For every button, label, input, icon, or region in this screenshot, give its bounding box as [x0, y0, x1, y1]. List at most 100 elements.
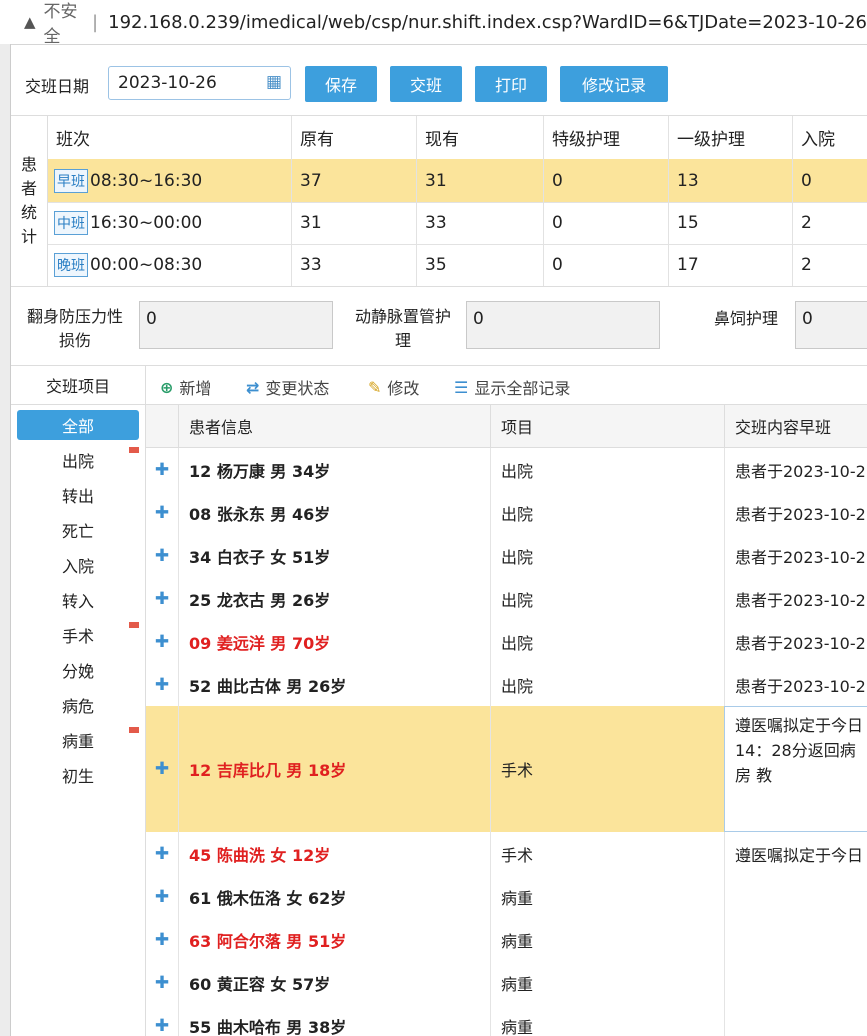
item-cell: 手术: [490, 706, 724, 832]
address-bar[interactable]: ▲ 不安全 | 192.168.0.239/imedical/web/csp/n…: [0, 0, 867, 47]
content-cell[interactable]: 遵医嘱拟定于今日 14：28分返回病房 教: [724, 706, 867, 832]
add-icon: ⊕: [160, 377, 174, 397]
stat-first: 13: [668, 159, 792, 202]
history-button[interactable]: 修改记录: [560, 66, 668, 102]
patient-cell: 09 姜远洋 男 70岁: [178, 620, 490, 663]
stat-special: 0: [543, 244, 668, 286]
expand-plus-icon[interactable]: ✚: [155, 460, 169, 480]
shift-grid-panel: ⊕ 新增 ⇄ 变更状态 ✎ 修改 ☰ 显示全部记录 患者信息 项目 交班内容早班 ✚ 12…: [145, 366, 867, 1036]
table-row[interactable]: ✚ 52 曲比古体 男 26岁 出院 患者于2023-10-2: [146, 663, 867, 707]
header-patient[interactable]: 患者信息: [178, 405, 490, 447]
pressure-injury-field[interactable]: 0: [139, 301, 333, 349]
table-row[interactable]: ✚ 61 俄木伍洛 女 62岁 病重: [146, 875, 867, 919]
shift-button[interactable]: 交班: [390, 66, 462, 102]
stat-admit: 0: [792, 159, 867, 202]
expand-plus-icon[interactable]: ✚: [155, 930, 169, 950]
stat-admit: 2: [792, 244, 867, 286]
table-row[interactable]: ✚ 09 姜远洋 男 70岁 出院 患者于2023-10-2: [146, 620, 867, 664]
expand-plus-icon[interactable]: ✚: [155, 632, 169, 652]
swap-icon: ⇄: [246, 377, 260, 397]
table-row[interactable]: ✚ 12 杨万康 男 34岁 出院 患者于2023-10-2: [146, 448, 867, 492]
shift-cell: 早班 08:30~16:30: [48, 159, 291, 202]
shift-time: 08:30~16:30: [90, 170, 203, 191]
expand-cell: ✚: [146, 918, 178, 961]
sidebar-item-newborn[interactable]: 初生: [17, 760, 139, 790]
content-cell: 遵医嘱拟定于今日: [724, 832, 867, 875]
patient-cell: 12 杨万康 男 34岁: [178, 448, 490, 491]
add-button[interactable]: ⊕ 新增: [160, 375, 211, 399]
show-all-button[interactable]: ☰ 显示全部记录: [454, 375, 570, 399]
table-row[interactable]: ✚ 08 张永东 男 46岁 出院 患者于2023-10-2: [146, 491, 867, 535]
sidebar-item-admission[interactable]: 入院: [17, 550, 139, 580]
stat-current: 31: [416, 159, 543, 202]
header-content[interactable]: 交班内容早班: [724, 405, 867, 447]
stat-special: 0: [543, 159, 668, 202]
item-cell: 出院: [490, 491, 724, 534]
grid-header: 患者信息 项目 交班内容早班: [146, 405, 867, 448]
sidebar-item-surgery[interactable]: 手术: [17, 620, 139, 650]
item-cell: 病重: [490, 961, 724, 1004]
expand-plus-icon[interactable]: ✚: [155, 844, 169, 864]
sidebar-item-death[interactable]: 死亡: [17, 515, 139, 545]
header-item[interactable]: 项目: [490, 405, 724, 447]
expand-plus-icon[interactable]: ✚: [155, 759, 169, 779]
catheter-care-field[interactable]: 0: [466, 301, 660, 349]
table-row[interactable]: ✚ 34 白衣子 女 51岁 出院 患者于2023-10-2: [146, 534, 867, 578]
header-first-care: 一级护理: [668, 116, 792, 159]
sidebar-item-transfer-out[interactable]: 转出: [17, 480, 139, 510]
nasal-feeding-field[interactable]: 0: [795, 301, 867, 349]
item-cell: 出院: [490, 577, 724, 620]
expand-plus-icon[interactable]: ✚: [155, 546, 169, 566]
pressure-injury-label-line: 损伤: [58, 331, 91, 350]
expand-plus-icon[interactable]: ✚: [155, 1016, 169, 1036]
stat-admit: 2: [792, 202, 867, 244]
shift-time: 00:00~08:30: [90, 255, 203, 275]
content-cell: [724, 1004, 867, 1036]
catheter-care-label-line: 动静脉置管护: [354, 307, 451, 326]
flag-marker: [129, 622, 139, 628]
print-button[interactable]: 打印: [475, 66, 547, 102]
patient-cell: 52 曲比古体 男 26岁: [178, 663, 490, 706]
change-status-button[interactable]: ⇄ 变更状态: [246, 375, 329, 399]
stats-row-morning[interactable]: 早班 08:30~16:30 37 31 0 13 0: [48, 159, 867, 203]
stats-row-night[interactable]: 晚班 00:00~08:30 33 35 0 17 2: [48, 244, 867, 286]
sidebar-item-all[interactable]: 全部: [17, 410, 139, 440]
url-text[interactable]: 192.168.0.239/imedical/web/csp/nur.shift…: [108, 12, 867, 33]
catheter-care-label-line: 理: [394, 331, 411, 350]
expand-plus-icon[interactable]: ✚: [155, 589, 169, 609]
sidebar-item-serious[interactable]: 病重: [17, 725, 139, 755]
table-row[interactable]: ✚ 12 吉库比几 男 18岁 手术 遵医嘱拟定于今日 14：28分返回病房 教: [146, 706, 867, 833]
content-cell: 患者于2023-10-2: [724, 534, 867, 577]
warning-icon[interactable]: ▲: [24, 13, 36, 31]
expand-plus-icon[interactable]: ✚: [155, 675, 169, 695]
sidebar-item-discharge[interactable]: 出院: [17, 445, 139, 475]
shift-tag: 早班: [54, 168, 88, 193]
table-row[interactable]: ✚ 55 曲木哈布 男 38岁 病重: [146, 1004, 867, 1036]
pressure-injury-label: 翻身防压力性 损伤: [19, 305, 131, 353]
patient-cell: 61 俄木伍洛 女 62岁: [178, 875, 490, 918]
expand-plus-icon[interactable]: ✚: [155, 973, 169, 993]
expand-plus-icon[interactable]: ✚: [155, 887, 169, 907]
expand-cell: ✚: [146, 534, 178, 577]
stats-side-char: 计: [20, 227, 37, 246]
expand-plus-icon[interactable]: ✚: [155, 503, 169, 523]
sidebar-item-label: 病重: [61, 732, 94, 751]
sidebar-item-critical[interactable]: 病危: [17, 690, 139, 720]
save-button[interactable]: 保存: [305, 66, 377, 102]
sidebar-item-label: 手术: [61, 627, 94, 646]
date-value[interactable]: 2023-10-26: [118, 73, 217, 93]
date-field[interactable]: 2023-10-26 ▦: [108, 66, 291, 100]
security-label[interactable]: 不安全: [44, 0, 83, 47]
stats-row-middle[interactable]: 中班 16:30~00:00 31 33 0 15 2: [48, 202, 867, 245]
table-row[interactable]: ✚ 25 龙衣古 男 26岁 出院 患者于2023-10-2: [146, 577, 867, 621]
table-row[interactable]: ✚ 63 阿合尔落 男 51岁 病重: [146, 918, 867, 962]
change-status-label: 变更状态: [265, 379, 330, 398]
sidebar-item-transfer-in[interactable]: 转入: [17, 585, 139, 615]
table-row[interactable]: ✚ 45 陈曲洗 女 12岁 手术 遵医嘱拟定于今日: [146, 832, 867, 876]
calendar-icon[interactable]: ▦: [266, 72, 282, 92]
header-shift: 班次: [56, 130, 90, 150]
table-row[interactable]: ✚ 60 黄正容 女 57岁 病重: [146, 961, 867, 1005]
expand-cell: ✚: [146, 832, 178, 875]
sidebar-item-delivery[interactable]: 分娩: [17, 655, 139, 685]
edit-button[interactable]: ✎ 修改: [368, 375, 419, 399]
